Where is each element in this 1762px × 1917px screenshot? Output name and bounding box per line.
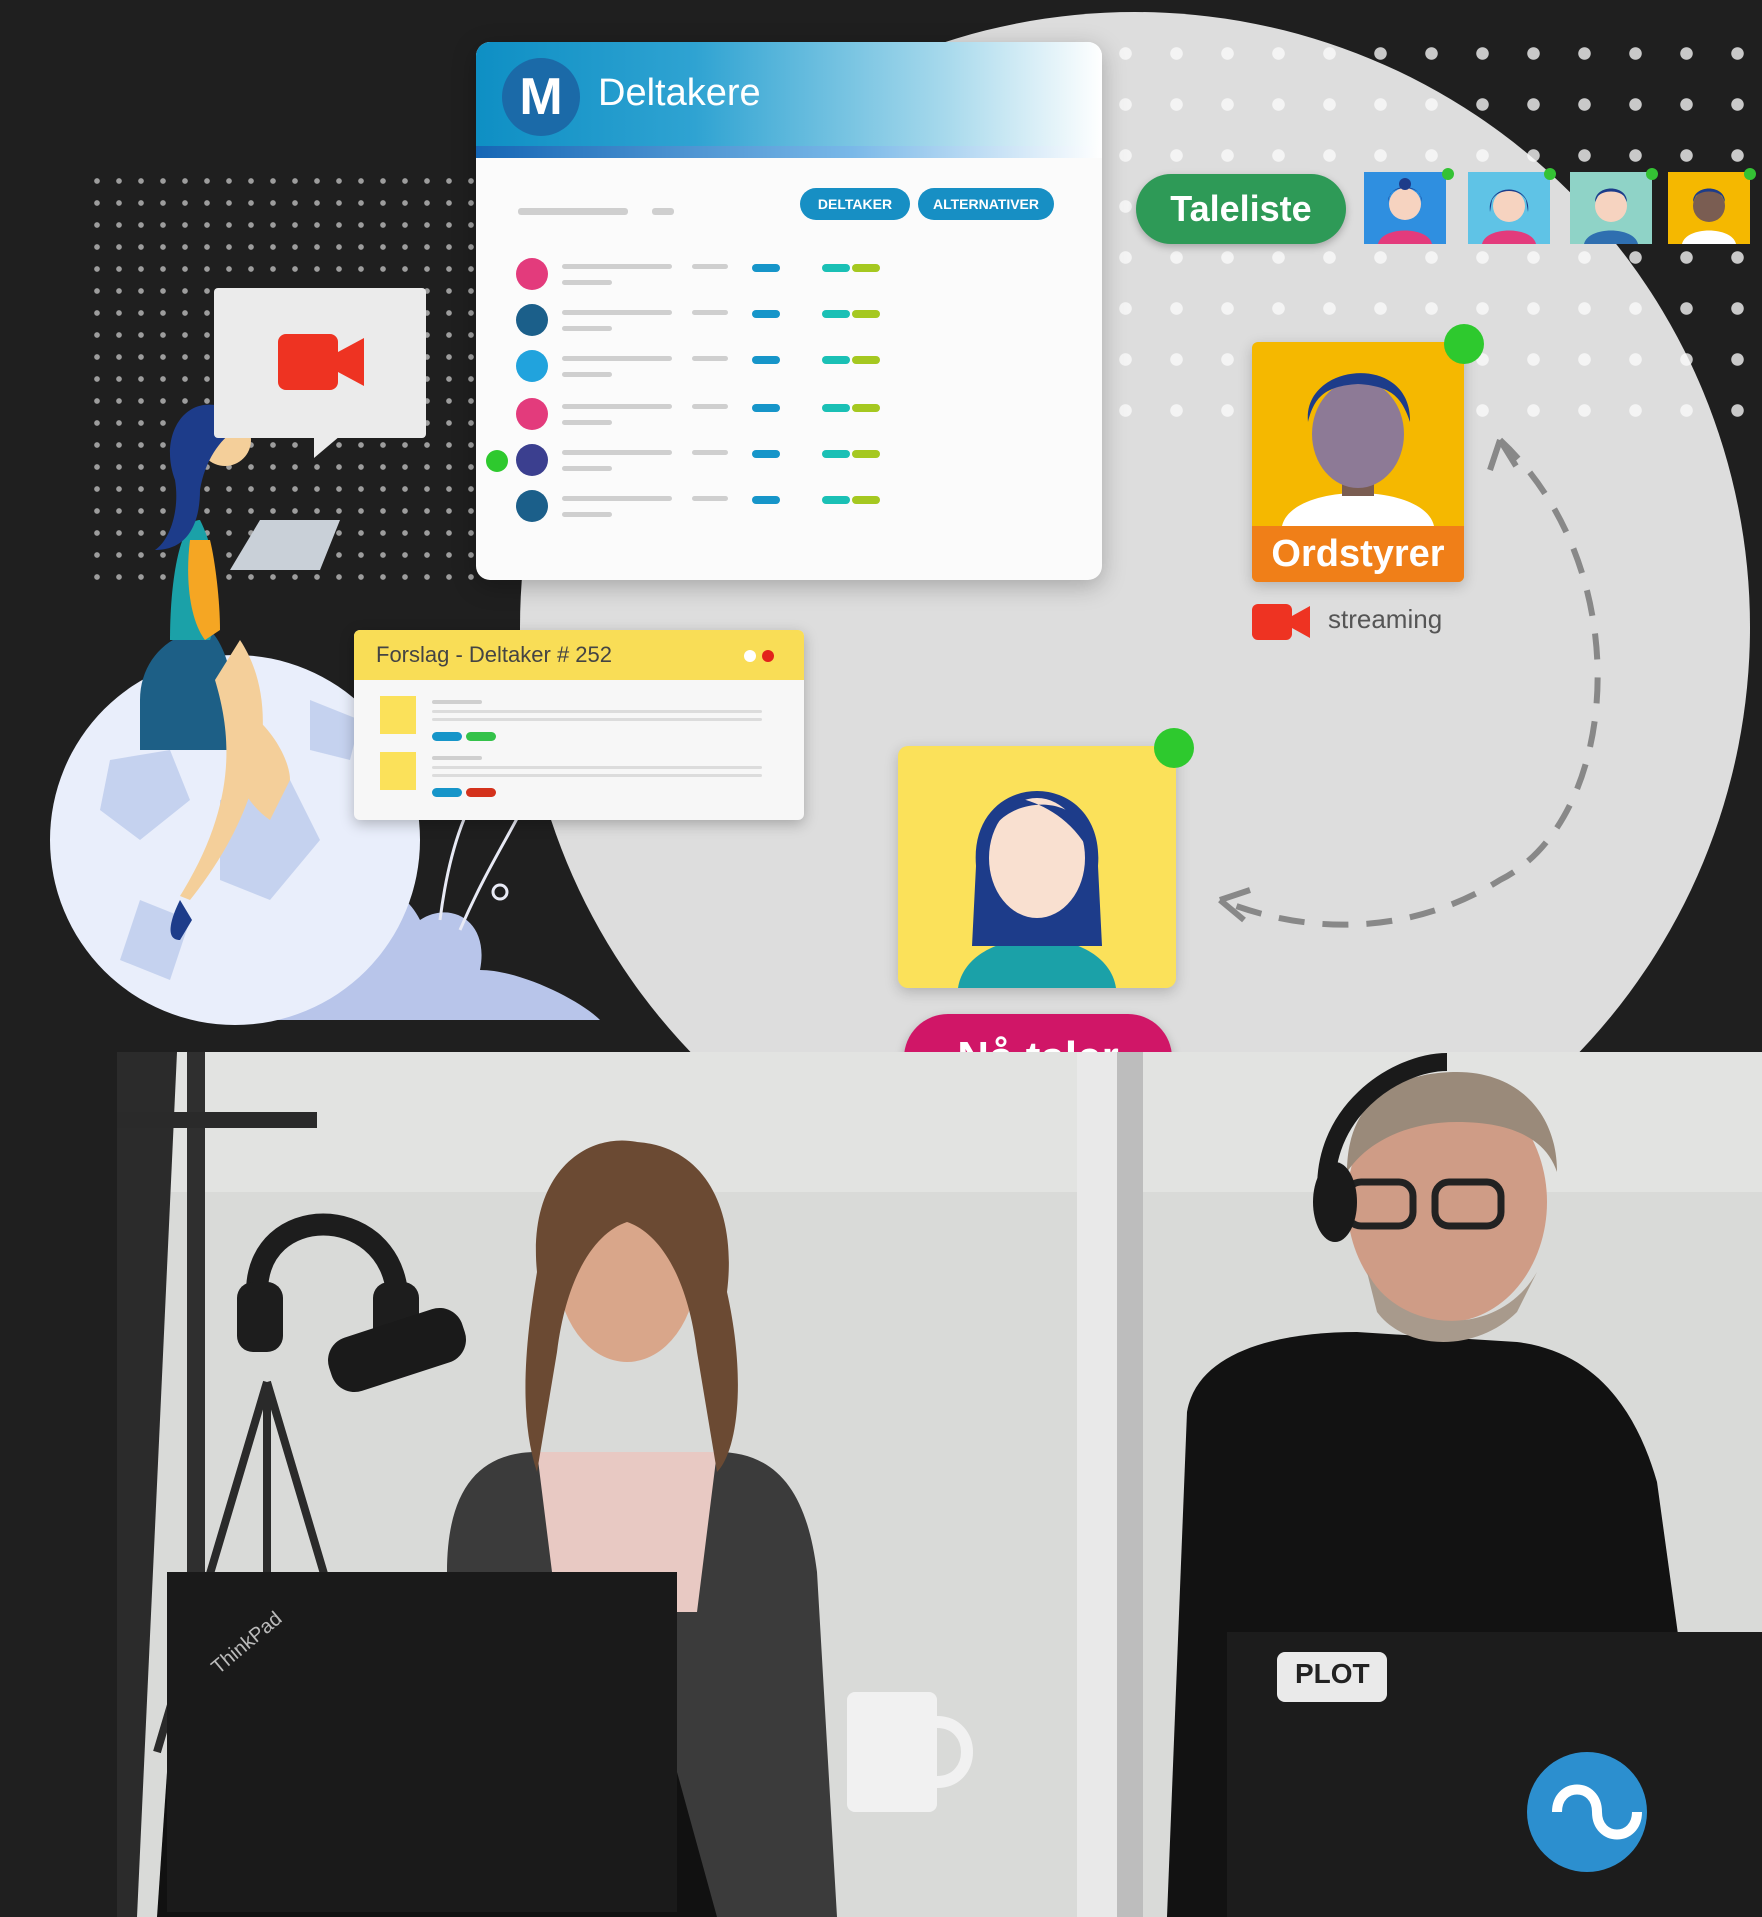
avatar [516, 258, 548, 290]
queue-avatar[interactable] [1468, 172, 1550, 244]
speaker-list-button[interactable]: Taleliste [1136, 174, 1346, 244]
avatar [516, 398, 548, 430]
proposal-title: Forslag - Deltaker # 252 [376, 642, 612, 667]
studio-photo: ThinkPad PLOT [117, 1052, 1762, 1917]
panel-title: Deltakere [598, 72, 761, 114]
participant-row[interactable] [516, 346, 1076, 386]
alternativer-button[interactable]: ALTERNATIVER [918, 188, 1054, 220]
avatar [516, 304, 548, 336]
deltaker-button[interactable]: DELTAKER [800, 188, 910, 220]
dashed-arrow [1218, 437, 1601, 928]
app-logo: M [502, 58, 580, 136]
online-indicator [1444, 324, 1484, 364]
participant-row[interactable] [516, 300, 1076, 340]
panel-header-underline [476, 146, 1102, 158]
online-indicator [1442, 168, 1454, 180]
participant-row[interactable] [516, 254, 1076, 294]
laptop-sticker-text: PLOT [1295, 1658, 1370, 1689]
video-camera-icon [278, 334, 364, 390]
queue-avatar[interactable] [1364, 172, 1446, 244]
queue-avatar[interactable] [1668, 172, 1750, 244]
online-indicator [1744, 168, 1756, 180]
participant-row[interactable] [516, 486, 1076, 526]
avatar [380, 696, 416, 734]
avatar [516, 444, 548, 476]
current-speaker-card[interactable] [898, 746, 1176, 988]
search-placeholder-line [518, 208, 628, 215]
search-placeholder-line [652, 208, 674, 215]
participant-row[interactable] [516, 394, 1076, 434]
proposal-card[interactable]: Forslag - Deltaker # 252 [354, 630, 804, 820]
status-dot [762, 650, 774, 662]
avatar [516, 350, 548, 382]
video-chat-bubble [214, 288, 426, 458]
online-indicator [1544, 168, 1556, 180]
avatar [380, 752, 416, 790]
participants-panel: M Deltakere DELTAKER ALTERNATIVER [476, 42, 1102, 580]
speaker-avatar [958, 791, 1116, 988]
proposal-item[interactable] [380, 696, 780, 746]
active-participant-indicator [486, 450, 508, 472]
participant-row[interactable] [516, 440, 1076, 480]
status-dot [744, 650, 756, 662]
online-indicator [1154, 728, 1194, 768]
online-indicator [1646, 168, 1658, 180]
avatar [516, 490, 548, 522]
proposal-item[interactable] [380, 752, 780, 802]
queue-avatar[interactable] [1570, 172, 1652, 244]
